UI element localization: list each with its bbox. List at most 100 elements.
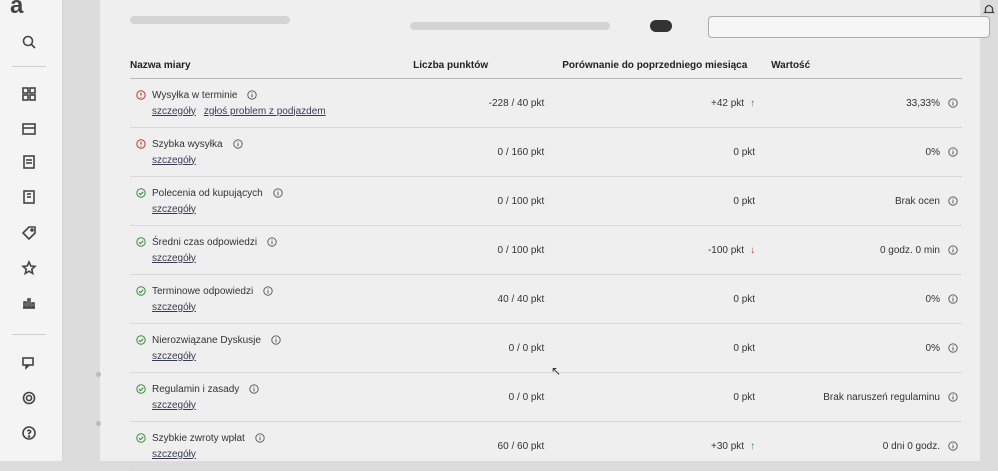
metric-value: 0% xyxy=(925,293,940,305)
info-icon[interactable] xyxy=(948,98,958,108)
warning-icon xyxy=(136,90,146,100)
column-header-value: Wartość xyxy=(771,52,962,79)
chat-icon[interactable] xyxy=(20,354,38,372)
table-row: Regulamin i zasady szczegóły 0 / 0 pkt 0 pk… xyxy=(130,372,962,422)
star-icon[interactable] xyxy=(20,259,38,277)
column-header-label: Nazwa miary xyxy=(130,59,191,71)
column-header-name: Nazwa miary xyxy=(130,52,414,79)
comparison-cell: 0 pkt xyxy=(544,372,772,422)
comparison-cell: -100 pkt ↓ xyxy=(544,225,772,275)
check-circle-icon xyxy=(136,384,146,394)
details-link[interactable]: szczegóły xyxy=(152,106,196,117)
blurred-label xyxy=(410,22,610,30)
metric-name: Średni czas odpowiedzi xyxy=(152,236,258,248)
comparison-cell: 0 pkt xyxy=(544,127,772,177)
table-row: Nierozwiązane Dyskusje szczegóły 0 / 0 pkt… xyxy=(130,323,962,373)
metric-value: 0% xyxy=(925,342,940,354)
metric-links: szczegóły xyxy=(152,155,413,166)
help-icon[interactable] xyxy=(20,424,38,442)
metric-name-cell: Średni czas odpowiedzi szczegóły xyxy=(130,225,414,275)
comparison-cell: 0 pkt xyxy=(544,274,772,324)
comparison-value: 0 pkt xyxy=(733,391,756,403)
details-link[interactable]: szczegóły xyxy=(152,253,196,264)
metric-name-cell: Wysyłka w terminie szczegóły zgłoś problem… xyxy=(130,78,414,128)
info-icon[interactable] xyxy=(247,90,258,100)
info-icon[interactable] xyxy=(948,147,958,157)
info-icon[interactable] xyxy=(948,294,958,304)
check-circle-icon xyxy=(136,335,146,345)
trend-down-icon: ↓ xyxy=(750,244,756,256)
blurred-heading xyxy=(130,16,290,24)
sidebar: a xyxy=(0,0,63,461)
metric-name-cell: Terminowe odpowiedzi szczegóły xyxy=(130,274,414,324)
list-icon[interactable] xyxy=(20,188,38,206)
points-cell: 60 / 60 pkt xyxy=(413,421,545,471)
metric-links: szczegóły zgłoś problem z podjazdem xyxy=(152,106,413,117)
toggle-switch[interactable] xyxy=(650,20,672,32)
metric-links: szczegóły xyxy=(152,351,413,362)
metric-name-cell: Nierozwiązane Dyskusje szczegóły xyxy=(130,323,414,373)
metric-name: Polecenia od kupujących xyxy=(152,187,263,199)
comparison-value: +30 pkt xyxy=(711,440,745,452)
chart-icon[interactable] xyxy=(20,293,38,311)
details-link[interactable]: szczegóły xyxy=(152,400,196,411)
info-icon[interactable] xyxy=(948,441,958,451)
trend-up-icon: ↑ xyxy=(750,440,756,452)
details-link[interactable]: szczegóły xyxy=(152,204,196,215)
sidebar-divider xyxy=(12,334,46,335)
metric-name-cell: Szybkie zwroty wpłat szczegóły xyxy=(130,421,414,471)
warning-icon xyxy=(136,139,146,149)
info-icon[interactable] xyxy=(948,343,958,353)
info-icon[interactable] xyxy=(271,335,281,345)
info-icon[interactable] xyxy=(948,196,958,206)
metric-links: szczegóły xyxy=(152,302,413,313)
gear-icon[interactable] xyxy=(20,389,38,407)
metric-value: 0% xyxy=(925,146,940,158)
column-header-points: Liczba punktów xyxy=(413,52,545,79)
value-cell: Brak ocen xyxy=(771,176,962,226)
metric-value: 33,33% xyxy=(906,97,940,109)
details-link[interactable]: szczegóły xyxy=(152,351,196,362)
comparison-value: -100 pkt xyxy=(707,244,745,256)
details-link[interactable]: szczegóły xyxy=(152,449,196,460)
table-row: Terminowe odpowiedzi szczegóły 40 / 40 pkt… xyxy=(130,274,962,324)
metric-name: Wysyłka w terminie xyxy=(152,89,238,101)
metric-links: szczegóły xyxy=(152,449,413,460)
metric-name: Terminowe odpowiedzi xyxy=(152,285,254,297)
value-cell: 0% xyxy=(771,274,962,324)
metric-name-cell: Szybka wysyłka szczegóły xyxy=(130,127,414,177)
info-icon[interactable] xyxy=(272,188,283,198)
box-icon[interactable] xyxy=(20,120,38,138)
comparison-value: +42 pkt xyxy=(711,97,745,109)
details-link[interactable]: zgłoś problem z podjazdem xyxy=(204,106,326,117)
column-header-comparison: Porównanie do poprzedniego miesiąca xyxy=(544,52,772,79)
tag-icon[interactable] xyxy=(20,224,38,242)
metric-name: Nierozwiązane Dyskusje xyxy=(152,334,261,346)
document-icon[interactable] xyxy=(20,153,38,171)
value-cell: 33,33% xyxy=(771,78,962,128)
info-icon[interactable] xyxy=(249,384,259,394)
metric-name: Szybkie zwroty wpłat xyxy=(152,432,245,444)
info-icon[interactable] xyxy=(232,139,243,149)
grid-icon[interactable] xyxy=(20,85,38,103)
info-icon[interactable] xyxy=(263,286,273,296)
metrics-table: Nazwa miary Liczba punktów Porównanie do… xyxy=(130,52,962,471)
details-link[interactable]: szczegóły xyxy=(152,302,196,313)
info-icon[interactable] xyxy=(267,237,277,247)
info-icon[interactable] xyxy=(255,433,265,443)
edge-dot xyxy=(96,421,101,426)
table-row: Szybka wysyłka szczegóły 0 / 160 pkt 0 pkt 0… xyxy=(130,127,962,177)
info-icon[interactable] xyxy=(948,392,958,402)
search-input[interactable] xyxy=(708,16,990,38)
search-icon[interactable] xyxy=(20,33,38,51)
table-row: Wysyłka w terminie szczegóły zgłoś problem… xyxy=(130,78,962,128)
top-filter-bar xyxy=(130,16,990,38)
app-logo: a xyxy=(10,0,24,19)
table-row: Polecenia od kupujących szczegóły 0 / 100 … xyxy=(130,176,962,226)
edge-dot xyxy=(96,372,101,377)
info-icon[interactable] xyxy=(948,245,958,255)
details-link[interactable]: szczegóły xyxy=(152,155,196,166)
points-cell: 0 / 100 pkt xyxy=(413,176,545,226)
value-cell: 0 godz. 0 min xyxy=(771,225,962,275)
table-row: Szybkie zwroty wpłat szczegóły 60 / 60 pkt… xyxy=(130,421,962,471)
